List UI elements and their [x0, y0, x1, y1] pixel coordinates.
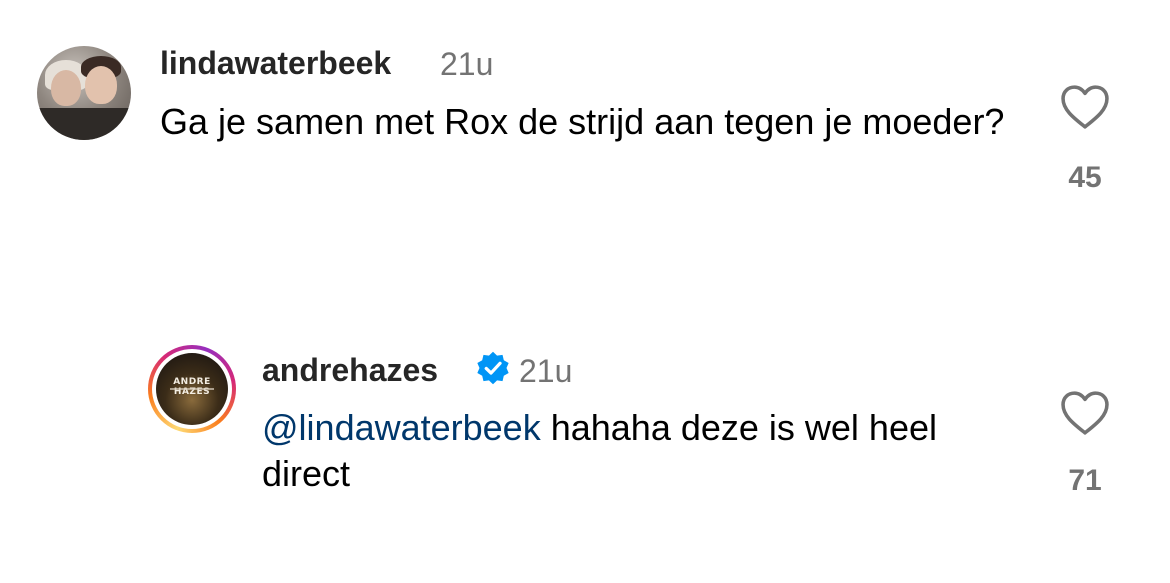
avatar-logo-text: ANDRE HAZES — [173, 377, 211, 397]
mention-link[interactable]: @lindawaterbeek — [262, 407, 541, 448]
heart-outline-icon[interactable] — [1059, 390, 1111, 436]
avatar: ANDRE HAZES — [156, 353, 228, 425]
like-count: 71 — [1068, 464, 1102, 497]
comment-username[interactable]: andrehazes — [262, 352, 438, 388]
verified-badge-icon — [477, 351, 509, 385]
comment-text: @lindawaterbeek hahaha deze is wel heel … — [262, 405, 982, 497]
avatar-story-ring[interactable]: ANDRE HAZES — [148, 345, 236, 433]
comment-timestamp: 21u — [519, 353, 573, 389]
comment-andrehazes: ANDRE HAZES andrehazes 21u @lindawaterbe… — [0, 0, 1170, 583]
